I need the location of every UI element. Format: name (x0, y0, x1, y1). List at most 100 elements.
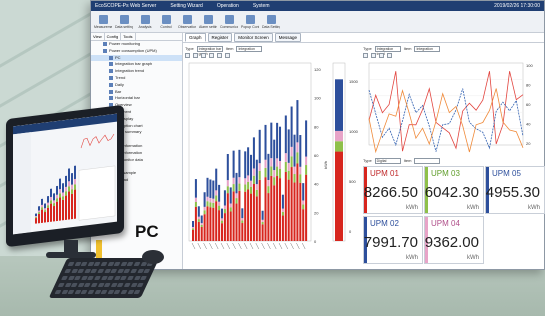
sidebar-item[interactable]: Power consumption (UPM) (91, 48, 182, 55)
ribbon-button-1[interactable]: Data setting (115, 14, 133, 29)
tab-message[interactable]: Message (274, 33, 302, 42)
thumb-bar (68, 181, 70, 187)
bar-segment (229, 203, 232, 208)
total-bar-segment (335, 79, 343, 131)
bar-segment (209, 197, 212, 203)
key (123, 283, 131, 287)
menu-system[interactable]: System (253, 3, 270, 9)
meter-card: UPM 01 8266.50 kWh (363, 166, 423, 214)
bar-segment (209, 179, 212, 198)
next-icon[interactable] (217, 53, 222, 58)
save-icon[interactable] (193, 53, 198, 58)
thumb-bar (47, 202, 49, 206)
ribbon-icon (245, 14, 255, 24)
sidebar-tab-tools[interactable]: Tools (121, 33, 136, 40)
y-tick-label: 80 (314, 124, 319, 129)
bar-segment (238, 149, 241, 178)
bar-segment (226, 154, 229, 181)
ribbon-button-5[interactable]: Alarm setting (199, 14, 217, 29)
prev-icon[interactable] (209, 53, 214, 58)
key (133, 290, 141, 294)
bar-segment (247, 175, 250, 182)
thumb-bar (62, 199, 64, 221)
menu-operation[interactable]: Operation (217, 3, 239, 9)
bar-segment (235, 203, 238, 241)
bar-segment (206, 196, 209, 202)
tab-register[interactable]: Register (207, 33, 233, 42)
sidebar-item[interactable]: Daily (91, 82, 182, 89)
ribbon-label: Communication (220, 24, 238, 29)
meter-type-select[interactable]: Digital (374, 157, 401, 164)
trend-prev-icon[interactable] (379, 53, 384, 58)
thumb-bar (53, 203, 55, 207)
ribbon-button-0[interactable]: Measurement (94, 14, 112, 29)
y-tick-label: 100 (314, 96, 321, 101)
bar-segment (273, 185, 276, 241)
ribbon-button-6[interactable]: Communication (220, 14, 238, 29)
trend-y-tick-label: 40 (526, 122, 531, 127)
type-select[interactable]: Integration bar graph (196, 45, 223, 56)
item-select[interactable]: Integration (236, 45, 263, 52)
trend-print-icon[interactable] (363, 53, 368, 58)
bar-segment (244, 151, 247, 179)
meter-card: UPM 03 6042.30 kWh (424, 166, 484, 214)
ribbon-button-8[interactable]: Data Setting (262, 14, 280, 29)
bar-segment (192, 228, 195, 230)
sidebar-item[interactable]: Integration trend (91, 68, 182, 75)
thumb-bar (44, 211, 46, 223)
sidebar-item-label: Daily (115, 81, 124, 87)
sidebar-item[interactable]: PC (91, 54, 182, 62)
thumb-bar (41, 198, 43, 205)
trend-save-icon[interactable] (371, 53, 376, 58)
sidebar-item[interactable]: Horizontal bar (91, 95, 182, 102)
sidebar-tab-view[interactable]: View (91, 33, 105, 40)
calendar-icon[interactable] (201, 53, 206, 58)
thumb-bar (38, 210, 40, 213)
monitor-screen (13, 113, 117, 235)
total-tick-label: 0 (349, 229, 352, 234)
item-label: Item (225, 46, 234, 51)
thumb-bar (71, 184, 73, 190)
bar-segment (221, 218, 224, 221)
ribbon-label: Popup Config. Window (241, 24, 259, 29)
sidebar-item[interactable]: Trend (91, 75, 182, 82)
bar-segment (290, 146, 293, 157)
trend-next-icon[interactable] (387, 53, 392, 58)
sidebar-tab-config[interactable]: Config (105, 33, 122, 40)
sidebar-item-label: Power monitoring (109, 41, 141, 46)
mouse (142, 250, 164, 264)
key (120, 290, 128, 294)
sidebar-item[interactable]: Bar (91, 89, 182, 96)
folder-icon (109, 69, 113, 74)
print-icon[interactable] (185, 53, 190, 58)
thumb-bar (74, 165, 76, 180)
sidebar-item[interactable]: Power monitoring (91, 41, 182, 48)
keyboard (48, 258, 160, 298)
meter-item-select[interactable] (414, 157, 441, 164)
bar-segment (287, 129, 290, 163)
bar-segment (305, 120, 308, 157)
trend-item-select[interactable]: Integration (414, 45, 441, 52)
meter-unit: kWh (406, 205, 418, 211)
bar-segment (223, 213, 226, 241)
bar-segment (209, 202, 212, 208)
tab-monitor-screen[interactable]: Monitor Screen (234, 33, 273, 42)
key (94, 276, 101, 280)
ribbon-button-3[interactable]: Control (158, 14, 174, 29)
bar-segment (235, 198, 238, 204)
thumb-bar (71, 193, 73, 220)
sidebar-item[interactable]: Integration bar graph (91, 61, 182, 68)
trend-type-select[interactable]: Integration trend (374, 45, 401, 56)
ribbon-button-7[interactable]: Popup Config. Window (241, 14, 259, 29)
bar-segment (252, 175, 255, 184)
menu-setting-wizard[interactable]: Setting Wizard (170, 3, 203, 9)
key (136, 283, 144, 287)
zoom-icon[interactable] (225, 53, 230, 58)
bar-segment (299, 166, 302, 175)
ribbon-button-2[interactable]: Analysis (137, 14, 153, 29)
thumb-bar (56, 198, 58, 202)
tab-graph[interactable]: Graph (185, 33, 206, 42)
integration-trend-chart: 100 80 60 40 20 (368, 62, 533, 154)
ribbon-button-4[interactable]: Observation (178, 14, 196, 29)
bar-segment (255, 159, 258, 185)
